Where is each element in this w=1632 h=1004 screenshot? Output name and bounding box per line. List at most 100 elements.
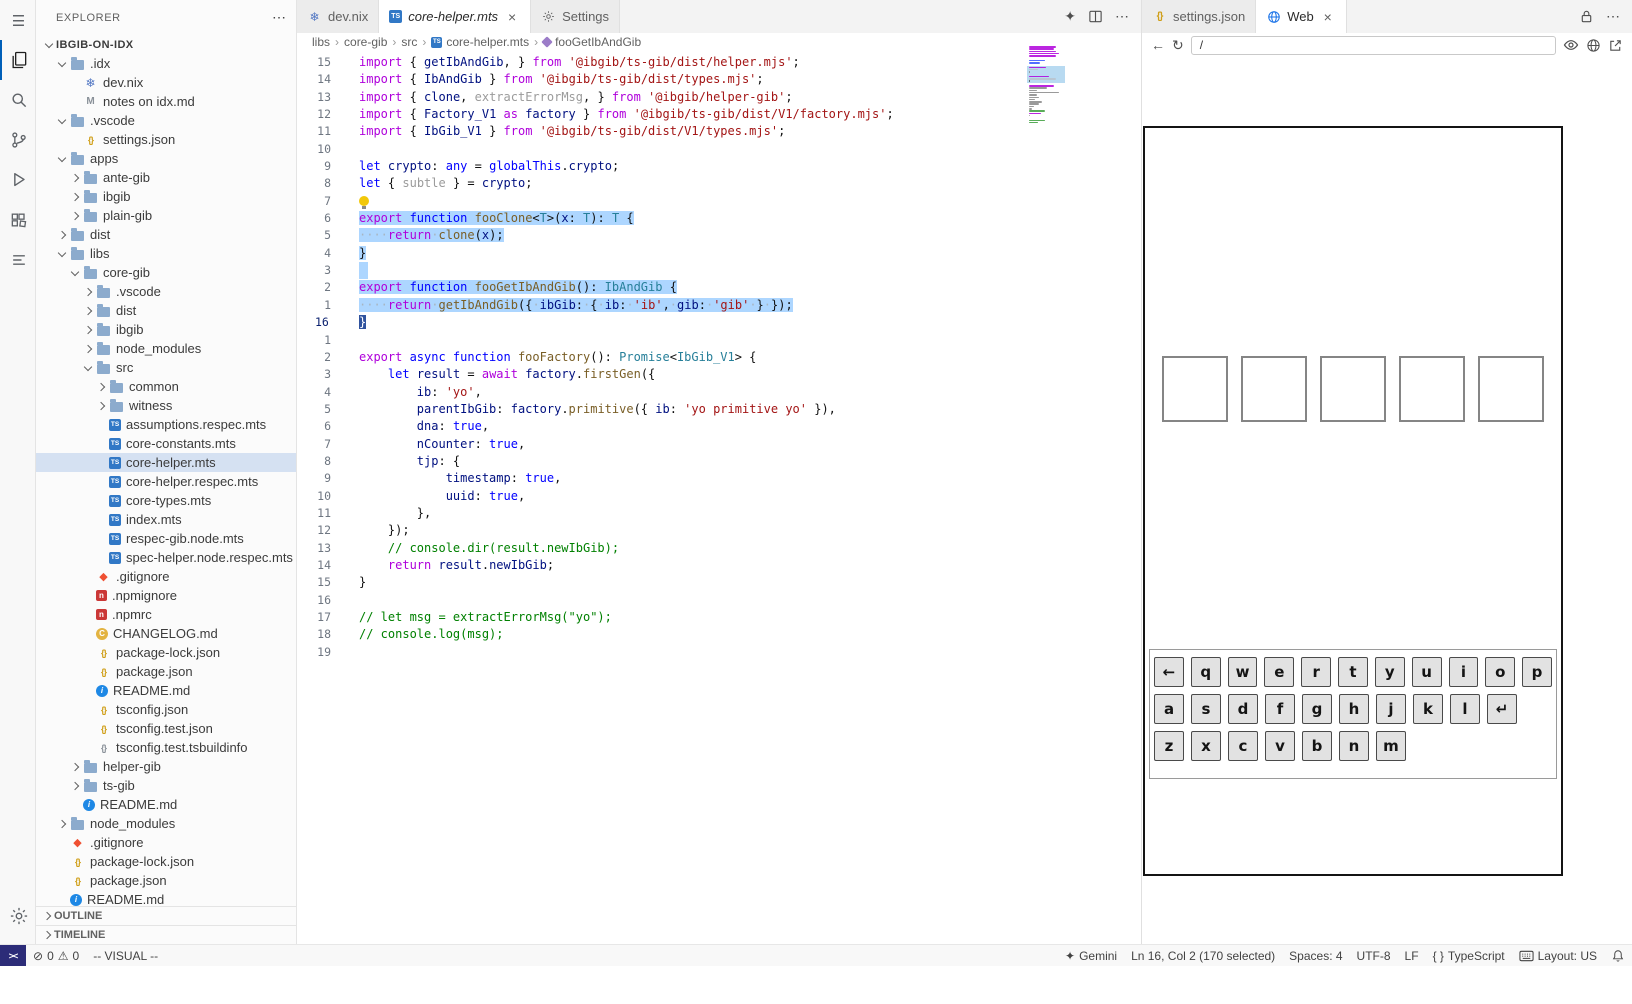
code-line[interactable]: 15 import { getIbAndGib, } from '@ibgib/t…: [297, 54, 1141, 71]
code-line[interactable]: 4}: [297, 245, 1141, 262]
vim-mode-indicator[interactable]: -- VISUAL --: [86, 945, 165, 966]
code-line[interactable]: 14 return result.newIbGib;: [297, 557, 1141, 574]
code-line[interactable]: 10: [297, 141, 1141, 158]
code-line[interactable]: 18 // console.log(msg);: [297, 626, 1141, 643]
notifications-status[interactable]: [1604, 945, 1632, 966]
key-y[interactable]: y: [1374, 657, 1405, 687]
key-↵[interactable]: ↵: [1487, 694, 1517, 724]
encoding-status[interactable]: UTF-8: [1350, 945, 1398, 966]
source-control-icon[interactable]: [0, 120, 36, 160]
key-t[interactable]: t: [1338, 657, 1368, 687]
code-line[interactable]: 11 import { IbGib_V1 } from '@ibgib/ts-gi…: [297, 123, 1141, 140]
tree-item-package.json[interactable]: {} package.json: [36, 871, 296, 890]
key-v[interactable]: v: [1265, 731, 1295, 761]
tree-item-.npmignore[interactable]: n .npmignore: [36, 586, 296, 605]
output-icon[interactable]: [0, 240, 36, 280]
tree-item-ts-gib[interactable]: ts-gib: [36, 776, 296, 795]
key-f[interactable]: f: [1265, 694, 1295, 724]
code-line[interactable]: 16: [297, 592, 1141, 609]
tree-item-core-helper.mts[interactable]: TS core-helper.mts: [36, 453, 296, 472]
tree-item-node-modules[interactable]: node_modules: [36, 339, 296, 358]
key-g[interactable]: g: [1302, 694, 1332, 724]
code-line[interactable]: 2 export function fooGetIbAndGib(): IbAnd…: [297, 279, 1141, 296]
code-line[interactable]: 2 export async function fooFactory(): Pro…: [297, 349, 1141, 366]
breadcrumb-core-gib[interactable]: core-gib: [344, 35, 387, 49]
tree-item-ibgib[interactable]: ibgib: [36, 320, 296, 339]
open-external-icon[interactable]: [1608, 38, 1623, 53]
key-h[interactable]: h: [1339, 694, 1369, 724]
inspect-eye-icon[interactable]: [1563, 37, 1579, 53]
sparkle-icon[interactable]: ✦: [1064, 8, 1076, 25]
tree-item-witness[interactable]: witness: [36, 396, 296, 415]
code-line[interactable]: 13 // console.dir(result.newIbGib);: [297, 540, 1141, 557]
code-line[interactable]: 6 dna: true,: [297, 418, 1141, 435]
tree-item-.gitignore[interactable]: ◆ .gitignore: [36, 833, 296, 852]
key-p[interactable]: p: [1522, 657, 1552, 687]
key-a[interactable]: a: [1154, 694, 1184, 724]
key-s[interactable]: s: [1191, 694, 1221, 724]
breadcrumb-file[interactable]: TS core-helper.mts: [431, 35, 529, 49]
reload-icon[interactable]: ↻: [1172, 38, 1184, 52]
gemini-status[interactable]: ✦ Gemini: [1058, 945, 1124, 966]
key-e[interactable]: e: [1264, 657, 1295, 687]
tree-item-changelog.md[interactable]: C CHANGELOG.md: [36, 624, 296, 643]
outline-section[interactable]: OUTLINE: [36, 906, 296, 925]
code-line[interactable]: 8 let { subtle } = crypto;: [297, 175, 1141, 192]
key-n[interactable]: n: [1339, 731, 1369, 761]
tree-item-package.json[interactable]: {} package.json: [36, 662, 296, 681]
key-c[interactable]: c: [1228, 731, 1258, 761]
letter-slot[interactable]: [1162, 356, 1228, 422]
tree-item-assumptions.respec.mts[interactable]: TS assumptions.respec.mts: [36, 415, 296, 434]
remote-indicator[interactable]: ><: [0, 945, 26, 966]
tree-item-core-helper.respec.mts[interactable]: TS core-helper.respec.mts: [36, 472, 296, 491]
key-m[interactable]: m: [1376, 731, 1406, 761]
code-line[interactable]: 5 ····return·clone(x);: [297, 227, 1141, 244]
tree-item-apps[interactable]: apps: [36, 149, 296, 168]
tab-core-helper-mts[interactable]: TS core-helper.mts ×: [379, 0, 532, 33]
tree-item-readme.md[interactable]: i README.md: [36, 795, 296, 814]
code-line[interactable]: 9 timestamp: true,: [297, 470, 1141, 487]
code-line[interactable]: 4 ib: 'yo',: [297, 384, 1141, 401]
code-line[interactable]: 5 parentIbGib: factory.primitive({ ib: '…: [297, 401, 1141, 418]
key-l[interactable]: l: [1450, 694, 1480, 724]
tree-item-notes-on-idx.md[interactable]: Mnotes on idx.md: [36, 92, 296, 111]
tree-item-readme.md[interactable]: i README.md: [36, 681, 296, 700]
code-line[interactable]: 14 import { IbAndGib } from '@ibgib/ts-gi…: [297, 71, 1141, 88]
tree-item-package-lock.json[interactable]: {} package-lock.json: [36, 643, 296, 662]
tree-item-dist[interactable]: dist: [36, 301, 296, 320]
tree-item-ante-gib[interactable]: ante-gib: [36, 168, 296, 187]
key-x[interactable]: x: [1191, 731, 1221, 761]
timeline-section[interactable]: TIMELINE: [36, 925, 296, 944]
address-bar-input[interactable]: /: [1190, 35, 1556, 55]
key-←[interactable]: ←: [1154, 657, 1184, 687]
tab-settings-json[interactable]: {} settings.json: [1142, 0, 1257, 33]
code-line[interactable]: 13 import { clone, extractErrorMsg, } fro…: [297, 89, 1141, 106]
code-line[interactable]: 6 export function fooClone<T>(x: T): T {: [297, 210, 1141, 227]
code-line[interactable]: 12 });: [297, 522, 1141, 539]
more-actions-icon[interactable]: ⋯: [1606, 8, 1620, 25]
tree-item-respec-gib.node.mts[interactable]: TS respec-gib.node.mts: [36, 529, 296, 548]
back-icon[interactable]: ←: [1151, 38, 1165, 52]
key-o[interactable]: o: [1485, 657, 1516, 687]
tab-settings[interactable]: Settings: [531, 0, 621, 33]
code-line[interactable]: 19: [297, 644, 1141, 661]
problems-status[interactable]: ⊘ 0 ⚠ 0: [26, 945, 86, 966]
language-mode-status[interactable]: { } TypeScript: [1426, 945, 1512, 966]
open-in-browser-icon[interactable]: [1586, 38, 1601, 53]
search-icon[interactable]: [0, 80, 36, 120]
code-line[interactable]: 1 ····return·getIbAndGib({·ibGib:·{·ib:·'…: [297, 297, 1141, 314]
close-icon[interactable]: ×: [1320, 9, 1336, 25]
run-debug-icon[interactable]: [0, 160, 36, 200]
settings-gear-icon[interactable]: [0, 896, 36, 936]
tree-item-readme.md[interactable]: i README.md: [36, 890, 296, 906]
more-actions-icon[interactable]: ⋯: [1115, 8, 1129, 25]
code-line[interactable]: 8 tjp: {: [297, 453, 1141, 470]
menu-icon[interactable]: ☰: [0, 6, 36, 36]
code-line[interactable]: 7: [297, 193, 1141, 210]
tree-item-settings.json[interactable]: {} settings.json: [36, 130, 296, 149]
close-icon[interactable]: ×: [504, 9, 520, 25]
minimap[interactable]: [1027, 46, 1065, 128]
sidebar-more-icon[interactable]: ⋯: [272, 9, 286, 26]
code-line[interactable]: 11 },: [297, 505, 1141, 522]
key-q[interactable]: q: [1190, 657, 1221, 687]
